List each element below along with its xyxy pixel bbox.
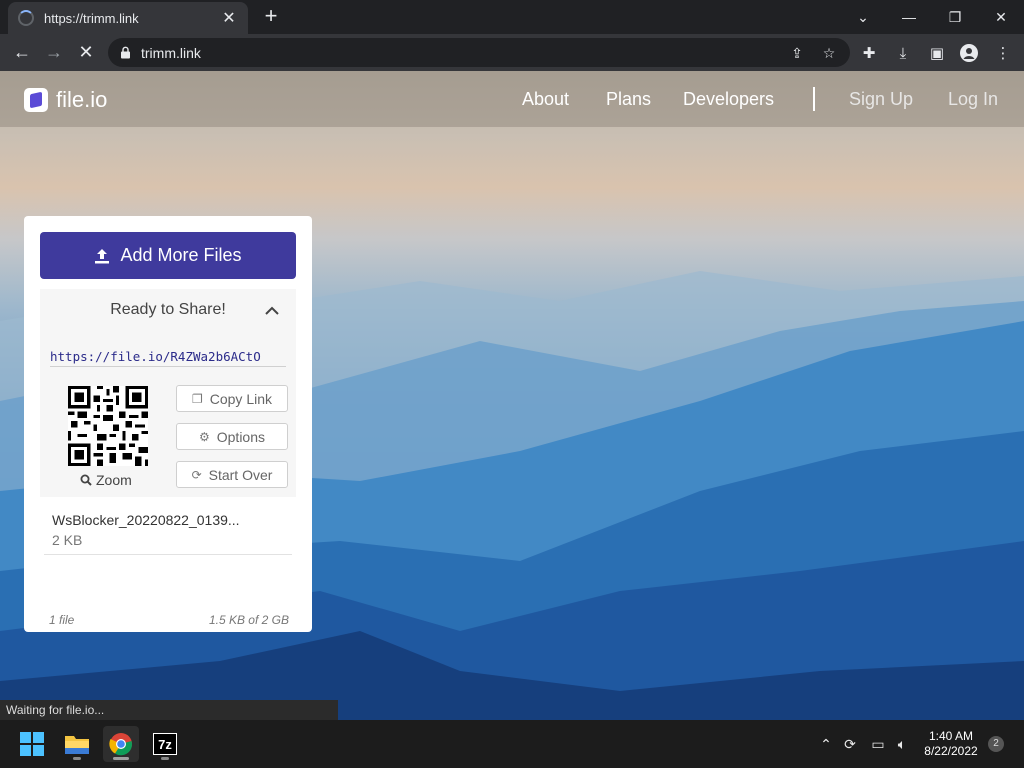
forward-button[interactable]: → (40, 38, 68, 66)
clock-time: 1:40 AM (928, 729, 974, 743)
file-size: 2 KB (52, 532, 83, 548)
options-label: Options (216, 428, 265, 445)
zoom-label: Zoom (96, 472, 132, 488)
new-tab-button[interactable]: + (258, 4, 284, 30)
add-more-files-label: Add More Files (120, 245, 242, 265)
add-more-files-button[interactable]: Add More Files (40, 232, 296, 279)
site-logo[interactable]: file.io (24, 87, 107, 113)
chrome-icon (109, 733, 133, 756)
start-over-label: Start Over (208, 466, 273, 483)
file-name: WsBlocker_20220822_0139... (52, 512, 240, 528)
taskbar-clock[interactable]: 1:40 AM 8/22/2022 (916, 729, 986, 759)
tab-search-icon[interactable]: ⌄ (840, 0, 886, 34)
back-button[interactable]: ← (8, 38, 36, 66)
folder-icon (65, 736, 89, 754)
browser-tab[interactable]: https://trimm.link ✕ (8, 2, 248, 34)
share-icon[interactable]: ⇪ (788, 44, 806, 62)
nav-developers[interactable]: Developers (683, 89, 774, 110)
7zip-icon: 7z (153, 733, 177, 755)
tab-title: https://trimm.link (44, 10, 139, 26)
nav-separator (813, 87, 815, 111)
file-io-logo-icon (24, 88, 48, 112)
sign-up-link[interactable]: Sign Up (849, 89, 913, 110)
notification-badge[interactable]: 2 (988, 736, 1004, 752)
windows-logo-icon (20, 732, 44, 756)
file-count: 1 file (49, 613, 75, 627)
nav-plans[interactable]: Plans (606, 89, 651, 110)
chrome-taskbar-button[interactable] (103, 726, 139, 762)
gear-icon: ⚙ (198, 429, 210, 444)
close-tab-icon[interactable]: ✕ (220, 8, 238, 28)
volume-icon[interactable]: 🔈︎ (892, 734, 912, 754)
profile-icon[interactable] (958, 42, 980, 64)
upload-icon (95, 248, 110, 263)
stop-loading-button[interactable]: ✕ (72, 38, 100, 66)
page-viewport: file.io About Plans Developers Sign Up L… (0, 71, 1024, 720)
refresh-icon: ⟳ (191, 467, 202, 482)
qr-code[interactable] (68, 386, 148, 466)
copy-icon: ❐ (191, 391, 203, 406)
zoom-button[interactable]: Zoom (80, 472, 132, 488)
network-icon[interactable]: ▭ (868, 734, 888, 754)
side-panel-icon[interactable]: ▣ (926, 42, 948, 64)
minimize-button[interactable]: — (886, 0, 932, 34)
lock-icon (121, 46, 130, 59)
tab-strip: https://trimm.link ✕ + ⌄ — ❐ ✕ (0, 0, 1024, 34)
copy-link-button[interactable]: ❐ Copy Link (176, 385, 288, 412)
start-button[interactable] (14, 726, 50, 762)
restore-button[interactable]: ❐ (932, 0, 978, 34)
clock-date: 8/22/2022 (924, 744, 978, 758)
magnifier-icon (80, 474, 92, 486)
app-indicator (113, 757, 129, 760)
share-panel: Ready to Share! https://file.io/R4ZWa2b6… (40, 289, 296, 497)
nav-about[interactable]: About (522, 89, 569, 110)
file-divider (44, 554, 292, 555)
taskbar: 7z ⌃ ⟳ ▭ 🔈︎ 1:40 AM 8/22/2022 2 (0, 720, 1024, 768)
copy-link-label: Copy Link (209, 390, 273, 407)
address-url: trimm.link (141, 44, 201, 61)
upload-card: Add More Files Ready to Share! https://f… (24, 216, 312, 632)
share-heading: Ready to Share! (110, 301, 226, 318)
site-navbar: file.io About Plans Developers Sign Up L… (0, 71, 1024, 127)
share-link[interactable]: https://file.io/R4ZWa2b6ACtO (50, 349, 286, 367)
menu-kebab-icon[interactable]: ⋮ (992, 42, 1014, 64)
extensions-icon[interactable]: ✚ (858, 42, 880, 64)
browser-status-bar: Waiting for file.io... (0, 700, 338, 720)
chevron-up-tray-icon[interactable]: ⌃ (816, 734, 836, 754)
browser-toolbar: ← → ✕ trimm.link ⇪ ☆ ✚ ⤓ ▣ ⋮ (0, 34, 1024, 71)
app-indicator (73, 757, 81, 760)
7zip-taskbar-button[interactable]: 7z (147, 726, 183, 762)
app-indicator (161, 757, 169, 760)
log-in-link[interactable]: Log In (948, 89, 998, 110)
logo-text: file.io (56, 87, 108, 112)
storage-quota: 1.5 KB of 2 GB (208, 613, 289, 627)
address-bar[interactable]: trimm.link ⇪ ☆ (108, 38, 850, 67)
close-window-button[interactable]: ✕ (978, 0, 1024, 34)
download-icon[interactable]: ⤓ (892, 42, 914, 64)
bookmark-star-icon[interactable]: ☆ (820, 44, 838, 62)
file-explorer-button[interactable] (59, 726, 95, 762)
start-over-button[interactable]: ⟳ Start Over (176, 461, 288, 488)
chevron-up-icon[interactable] (264, 303, 280, 319)
sync-icon[interactable]: ⟳ (840, 734, 860, 754)
options-button[interactable]: ⚙ Options (176, 423, 288, 450)
svg-text:7z: 7z (158, 737, 172, 752)
loading-spinner-icon (18, 10, 34, 26)
